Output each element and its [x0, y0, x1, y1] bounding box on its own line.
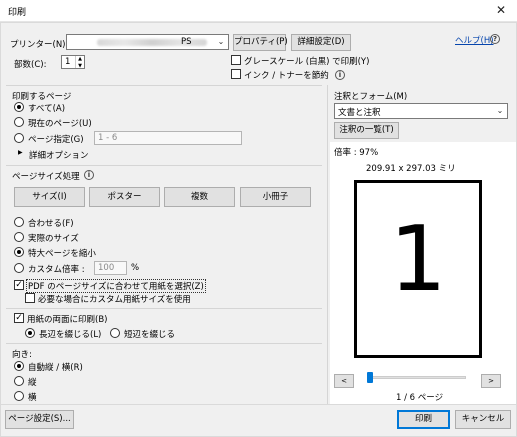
divider [6, 165, 322, 166]
fit-radio[interactable] [14, 217, 24, 227]
duplex-checkbox[interactable]: ✓ [14, 313, 24, 323]
all-pages-label: すべて(A) [28, 104, 66, 114]
ink-saver-label: インク / トナーを節約 [244, 71, 329, 81]
help-info-icon[interactable]: ? [490, 34, 500, 44]
choose-paper-label: PDF のページサイズに合わせて用紙を選択(Z) [26, 279, 206, 293]
page-range-label: ページ指定(G) [28, 135, 84, 145]
page-preview: 1 [354, 180, 482, 358]
page-slider-track[interactable] [372, 376, 466, 379]
comments-select[interactable]: 文書と注釈 ⌄ [334, 103, 508, 119]
custom-paper-checkbox[interactable] [25, 293, 35, 303]
more-options-link[interactable]: 詳細オプション [29, 149, 89, 161]
printer-label: プリンター(N): [10, 40, 69, 50]
page-setup-button[interactable]: ページ設定(S)... [5, 410, 74, 429]
page-range-placeholder: 1 - 6 [98, 133, 118, 143]
close-icon[interactable]: ✕ [493, 3, 509, 17]
orientation-title: 向き: [12, 350, 32, 360]
actual-size-label: 実際のサイズ [28, 234, 79, 244]
cancel-button[interactable]: キャンセル [455, 410, 511, 429]
page-preview-number: 1 [389, 207, 447, 312]
next-page-button[interactable]: > [481, 374, 501, 388]
long-edge-label: 長辺を綴じる(L) [39, 330, 102, 340]
printer-value: PS [181, 37, 192, 47]
custom-scale-input[interactable]: 100 [94, 261, 127, 275]
shrink-label: 特大ページを縮小 [28, 249, 96, 259]
pages-to-print-title: 印刷するページ [12, 92, 72, 102]
previous-page-button[interactable]: < [334, 374, 354, 388]
page-range-radio[interactable] [14, 133, 24, 143]
properties-button[interactable]: プロパティ(P) [233, 34, 288, 51]
fit-label: 合わせる(F) [28, 219, 74, 229]
column-divider [327, 85, 328, 404]
printer-select[interactable]: PS ⌄ [66, 34, 229, 50]
stepper-arrows-icon[interactable]: ▲ ▼ [75, 56, 84, 69]
short-edge-radio[interactable] [110, 328, 120, 338]
actual-size-radio[interactable] [14, 232, 24, 242]
short-edge-label: 短辺を綴じる [124, 330, 176, 340]
divider [6, 85, 322, 86]
auto-orientation-label: 自動縦 / 横(R) [28, 363, 83, 373]
custom-scale-label: カスタム倍率 : [28, 265, 85, 275]
print-button[interactable]: 印刷 [397, 410, 450, 429]
grayscale-checkbox[interactable] [231, 55, 241, 65]
page-range-input[interactable]: 1 - 6 [94, 131, 242, 145]
advanced-button[interactable]: 詳細設定(D) [291, 34, 351, 51]
title-bar [0, 0, 517, 22]
portrait-label: 縦 [28, 378, 37, 388]
divider [6, 308, 322, 309]
footer-divider [0, 404, 517, 405]
custom-paper-label: 必要な場合にカスタム用紙サイズを使用 [38, 295, 191, 305]
chevron-down-icon: ⌄ [496, 106, 504, 115]
custom-scale-radio[interactable] [14, 263, 24, 273]
landscape-radio[interactable] [14, 391, 24, 401]
page-slider-thumb[interactable] [367, 372, 373, 383]
duplex-label: 用紙の両面に印刷(B) [27, 315, 108, 325]
shrink-radio[interactable] [14, 247, 24, 257]
page-count-label: 1 / 6 ページ [396, 393, 444, 403]
ink-saver-checkbox[interactable] [231, 69, 241, 79]
custom-scale-value: 100 [98, 263, 115, 273]
expand-triangle-icon[interactable]: ▶ [18, 149, 23, 156]
auto-orientation-radio[interactable] [14, 361, 24, 371]
tab-booklet[interactable]: 小冊子 [240, 187, 311, 207]
grayscale-label: グレースケール (白黒) で印刷(Y) [244, 57, 370, 67]
long-edge-radio[interactable] [25, 328, 35, 338]
portrait-radio[interactable] [14, 376, 24, 386]
comments-title: 注釈とフォーム(M) [334, 92, 408, 102]
info-icon[interactable]: i [335, 70, 345, 80]
choose-paper-checkbox[interactable]: ✓ [14, 280, 24, 290]
tab-size[interactable]: サイズ(I) [14, 187, 85, 207]
divider [6, 343, 322, 344]
page-sizing-title: ページサイズ処理 [12, 172, 80, 182]
all-pages-radio[interactable] [14, 102, 24, 112]
tab-poster[interactable]: ポスター [89, 187, 160, 207]
tab-multiple[interactable]: 複数 [164, 187, 235, 207]
current-page-label: 現在のページ(U) [28, 119, 92, 129]
landscape-label: 横 [28, 393, 37, 403]
paper-size-label: 209.91 x 297.03 ミリ [366, 164, 456, 174]
chevron-down-icon: ⌄ [217, 37, 225, 46]
comments-value: 文書と注釈 [338, 108, 381, 118]
copies-label: 部数(C): [14, 60, 47, 70]
help-link[interactable]: ヘルプ(H) [455, 34, 494, 46]
window-title: 印刷 [8, 8, 27, 18]
comments-summary-button[interactable]: 注釈の一覧(T) [334, 122, 399, 139]
current-page-radio[interactable] [14, 117, 24, 127]
page-sizing-info-icon[interactable]: i [84, 170, 94, 180]
zoom-label: 倍率 : 97% [334, 148, 379, 158]
percent-label: % [131, 263, 140, 273]
copies-stepper[interactable]: 1 ▲ ▼ [61, 55, 85, 69]
copies-value: 1 [65, 57, 71, 67]
